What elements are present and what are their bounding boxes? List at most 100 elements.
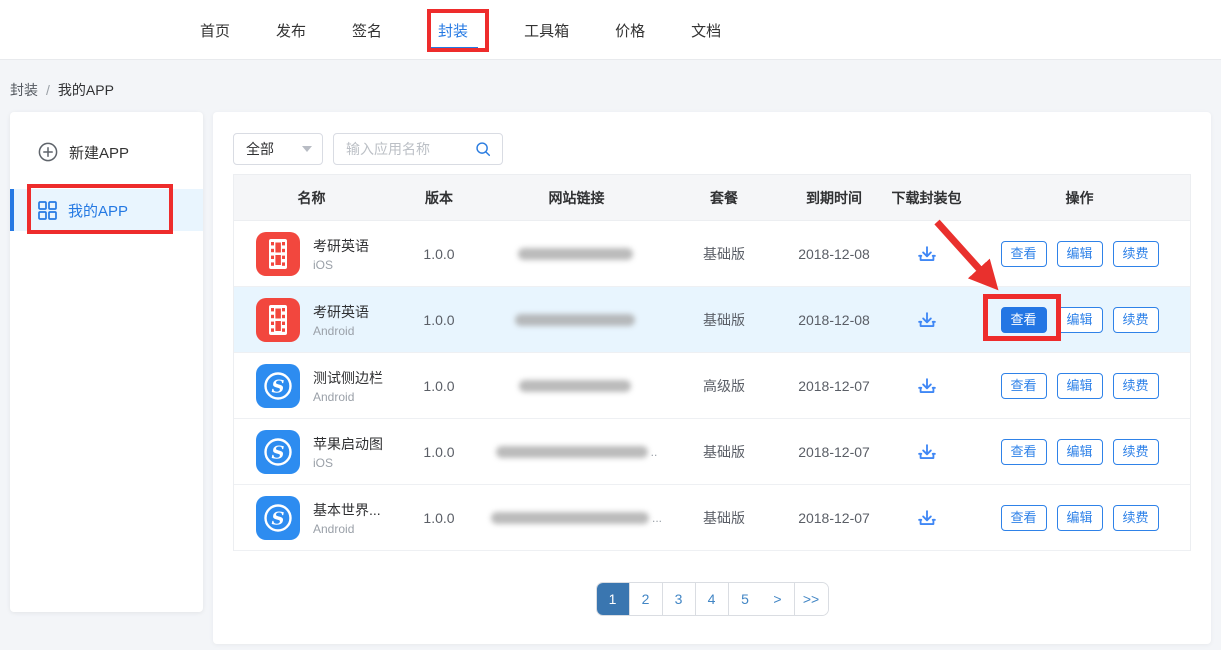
table-column-header: 名称: [234, 188, 389, 208]
filter-dropdown[interactable]: 全部: [233, 133, 323, 165]
search-box: [333, 133, 503, 165]
sidebar-item-new-app[interactable]: 新建APP: [10, 131, 203, 173]
sidebar-item-my-app[interactable]: 我的APP: [10, 189, 203, 231]
app-name-cell: S 测试侧边栏 Android: [234, 364, 389, 408]
plus-circle-icon: [38, 142, 58, 162]
renew-button[interactable]: 续费: [1113, 439, 1159, 465]
blurred-link-bar: [515, 314, 635, 326]
search-input[interactable]: [346, 141, 470, 157]
download-icon[interactable]: [916, 441, 938, 463]
pagination-next-button[interactable]: >: [762, 583, 795, 615]
table-column-header: 操作: [969, 188, 1190, 208]
table-column-header: 套餐: [664, 188, 784, 208]
operations-cell: 查看 编辑 续费: [969, 373, 1190, 399]
package-tier: 基础版: [664, 442, 784, 462]
nav-tab[interactable]: 文档: [691, 20, 721, 41]
app-name-cell: 考研英语 iOS: [234, 232, 389, 276]
website-link-masked: ..: [489, 445, 664, 459]
view-button[interactable]: 查看: [1001, 307, 1047, 333]
s-logo-app-icon: S: [256, 364, 300, 408]
view-button[interactable]: 查看: [1001, 241, 1047, 267]
expiry-date: 2018-12-07: [784, 378, 884, 394]
s-logo-app-icon: S: [256, 496, 300, 540]
download-cell: [884, 375, 969, 397]
sidebar-item-label: 我的APP: [68, 200, 128, 221]
view-button[interactable]: 查看: [1001, 439, 1047, 465]
blurred-link-bar: [518, 248, 633, 260]
filter-dropdown-value: 全部: [246, 139, 274, 159]
pagination: 1 2 3 4 5 > >>: [213, 582, 1211, 616]
renew-button[interactable]: 续费: [1113, 373, 1159, 399]
app-platform: Android: [313, 390, 383, 404]
app-name: 苹果启动图: [313, 434, 383, 454]
nav-tab[interactable]: 价格: [615, 20, 645, 41]
table-column-header: 到期时间: [784, 188, 884, 208]
app-name-cell: 考研英语 Android: [234, 298, 389, 342]
nav-tab[interactable]: 发布: [276, 20, 306, 41]
download-cell: [884, 309, 969, 331]
app-name-cell: S 基本世界... Android: [234, 496, 389, 540]
search-icon[interactable]: [474, 140, 492, 158]
nav-tab[interactable]: 封装: [428, 20, 478, 41]
edit-button[interactable]: 编辑: [1057, 241, 1103, 267]
expiry-date: 2018-12-08: [784, 246, 884, 262]
app-name: 测试侧边栏: [313, 368, 383, 388]
view-button[interactable]: 查看: [1001, 373, 1047, 399]
nav-tab[interactable]: 工具箱: [524, 20, 569, 41]
pagination-page-button[interactable]: 5: [729, 583, 762, 615]
pagination-last-button[interactable]: >>: [795, 583, 828, 615]
link-ellipsis: ..: [651, 445, 658, 459]
sidebar: 新建APP 我的APP: [10, 112, 203, 612]
edit-button[interactable]: 编辑: [1057, 373, 1103, 399]
website-link-masked: [489, 314, 664, 326]
blurred-link-bar: [491, 512, 649, 524]
breadcrumb-current: 我的APP: [58, 82, 114, 98]
renew-button[interactable]: 续费: [1113, 505, 1159, 531]
breadcrumb-section[interactable]: 封装: [10, 82, 38, 98]
table-row: 考研英语 iOS 1.0.0 基础版 2018-12-08 查看 编辑: [234, 221, 1190, 287]
pagination-page-button[interactable]: 1: [597, 583, 630, 615]
website-link-masked: [489, 248, 664, 260]
renew-button[interactable]: 续费: [1113, 241, 1159, 267]
pagination-page-button[interactable]: 4: [696, 583, 729, 615]
top-header: 首页 发布 签名 封装 工具箱 价格 文档: [0, 0, 1221, 60]
download-icon[interactable]: [916, 243, 938, 265]
main-panel: 全部 名称 版本 网站链接 套餐 到期时间 下载封装包 操作: [213, 112, 1211, 644]
pagination-page-button[interactable]: 2: [630, 583, 663, 615]
app-version: 1.0.0: [389, 444, 489, 460]
breadcrumb: 封装 / 我的APP: [10, 80, 114, 100]
app-name: 基本世界...: [313, 500, 381, 520]
top-nav: 首页 发布 签名 封装 工具箱 价格 文档: [200, 0, 721, 60]
svg-text:S: S: [272, 376, 285, 397]
expiry-date: 2018-12-08: [784, 312, 884, 328]
sidebar-item-label: 新建APP: [69, 142, 129, 163]
download-cell: [884, 507, 969, 529]
film-app-icon: [256, 232, 300, 276]
view-button[interactable]: 查看: [1001, 505, 1047, 531]
film-app-icon: [256, 298, 300, 342]
nav-tab[interactable]: 首页: [200, 20, 230, 41]
package-tier: 基础版: [664, 310, 784, 330]
download-icon[interactable]: [916, 309, 938, 331]
operations-cell: 查看 编辑 续费: [969, 307, 1190, 333]
package-tier: 基础版: [664, 508, 784, 528]
app-platform: iOS: [313, 258, 369, 272]
operations-cell: 查看 编辑 续费: [969, 505, 1190, 531]
renew-button[interactable]: 续费: [1113, 307, 1159, 333]
pagination-page-button[interactable]: 3: [663, 583, 696, 615]
edit-button[interactable]: 编辑: [1057, 307, 1103, 333]
chevron-down-icon: [302, 146, 312, 152]
my-app-packaging-page: 首页 发布 签名 封装 工具箱 价格 文档 封装 / 我的APP 新建APP 我的A…: [0, 0, 1221, 650]
edit-button[interactable]: 编辑: [1057, 439, 1103, 465]
app-name: 考研英语: [313, 302, 369, 322]
breadcrumb-separator: /: [46, 82, 50, 98]
website-link-masked: ...: [489, 511, 664, 525]
download-cell: [884, 243, 969, 265]
app-platform: Android: [313, 522, 381, 536]
operations-cell: 查看 编辑 续费: [969, 439, 1190, 465]
app-version: 1.0.0: [389, 510, 489, 526]
nav-tab[interactable]: 签名: [352, 20, 382, 41]
download-icon[interactable]: [916, 507, 938, 529]
download-icon[interactable]: [916, 375, 938, 397]
edit-button[interactable]: 编辑: [1057, 505, 1103, 531]
